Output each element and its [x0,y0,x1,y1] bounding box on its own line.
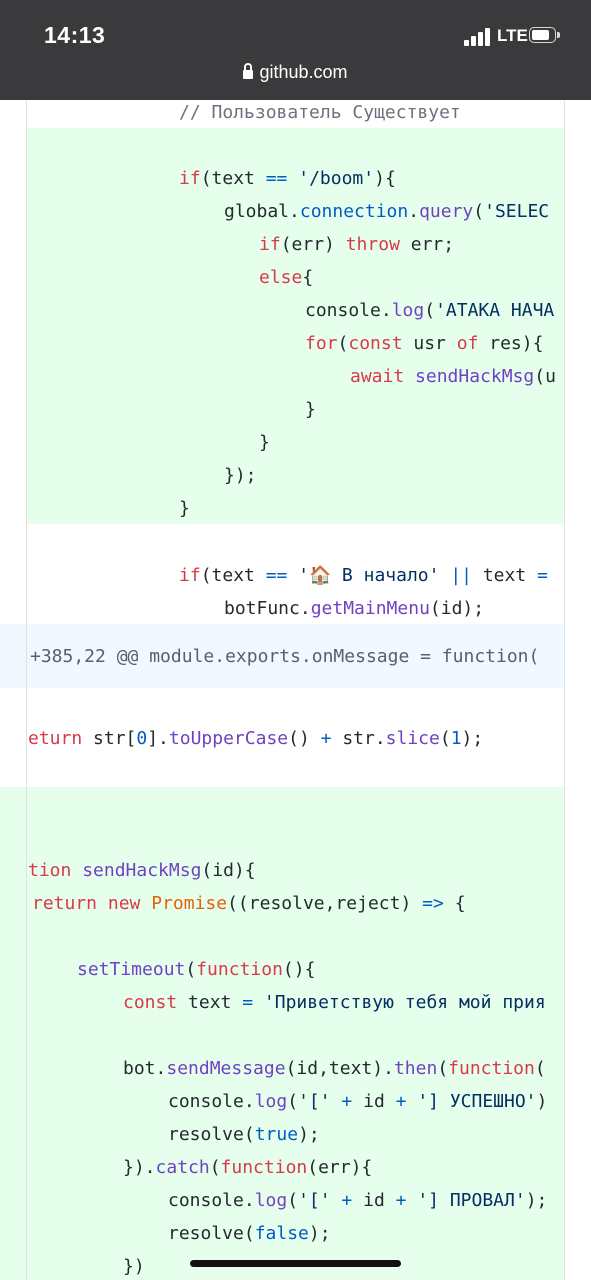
code-line: }).catch(function(err){ [123,1157,373,1178]
code-line: return new Promise((resolve,reject) => { [32,893,466,914]
code-line: }); [224,465,257,486]
cellular-signal-icon [464,28,492,46]
code-line: botFunc.getMainMenu(id); [224,598,485,619]
code-line: console.log('АТАКА НАЧА [305,300,555,321]
code-line: console.log('[' + id + '] ПРОВАЛ'); [168,1190,548,1211]
code-line: setTimeout(function(){ [77,959,316,980]
code-line: // Пользователь Существует [179,102,461,123]
home-indicator[interactable] [190,1260,401,1267]
clock: 14:13 [44,22,106,48]
code-line: if(text == '/boom'){ [179,168,396,189]
code-line: else{ [259,267,314,288]
code-line: bot.sendMessage(id,text).then(function( [123,1058,546,1079]
code-line: resolve(false); [168,1223,331,1244]
code-line: console.log('[' + id + '] УСПЕШНО') [168,1091,548,1112]
network-type: LTE [497,26,528,45]
code-line: if(text == '🏠 В начало' || text = [179,559,548,592]
url-text: github.com [259,62,348,82]
code-line: } [259,432,270,453]
code-line: for(const usr of res){ [305,333,544,354]
code-line: }) [123,1256,145,1277]
hunk-header[interactable]: +385,22 @@ module.exports.onMessage = fu… [30,640,539,673]
code-line: await sendHackMsg(u [350,366,556,387]
code-line: } [179,498,190,519]
code-line: if(err) throw err; [259,234,455,255]
house-emoji-icon: 🏠 [309,565,332,586]
status-bar: 14:13 LTE github.com [0,0,591,100]
lock-icon [243,63,254,79]
address-bar[interactable]: github.com [0,62,591,83]
code-line: tion sendHackMsg(id){ [28,860,256,881]
code-line: const text = 'Приветствую тебя мой прия [123,992,546,1013]
diff-view: // Пользователь Существует if(text == '/… [0,100,591,1280]
code-line: resolve(true); [168,1124,320,1145]
code-line: global.connection.query('SELEC [224,201,550,222]
battery-icon [529,27,561,45]
code-line: eturn str[0].toUpperCase() + str.slice(1… [28,728,484,749]
code-line: } [305,399,316,420]
